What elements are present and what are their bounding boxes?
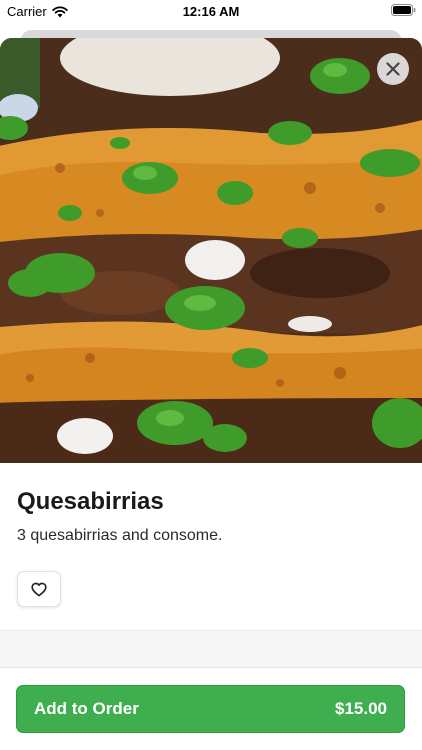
close-icon <box>386 62 400 76</box>
status-bar: Carrier 12:16 AM <box>0 0 422 24</box>
favorite-button[interactable] <box>17 571 61 607</box>
battery-icon <box>391 4 416 16</box>
order-footer: Add to Order $15.00 <box>0 667 422 750</box>
section-divider <box>0 630 422 667</box>
item-title: Quesabirrias <box>17 488 164 515</box>
add-to-order-button[interactable]: Add to Order $15.00 <box>16 685 405 733</box>
order-price: $15.00 <box>335 699 387 718</box>
food-illustration <box>0 38 422 463</box>
item-detail-sheet: Quesabirrias 3 quesabirrias and consome.… <box>0 38 422 750</box>
add-to-order-label: Add to Order <box>34 699 139 718</box>
screen: Carrier 12:16 AM Quesabirrias 3 quesabir… <box>0 0 422 750</box>
item-photo <box>0 38 422 463</box>
close-button[interactable] <box>377 53 409 85</box>
status-time: 12:16 AM <box>182 4 240 19</box>
status-right <box>391 4 416 19</box>
item-description: 3 quesabirrias and consome. <box>17 527 223 544</box>
heart-icon <box>31 582 47 596</box>
